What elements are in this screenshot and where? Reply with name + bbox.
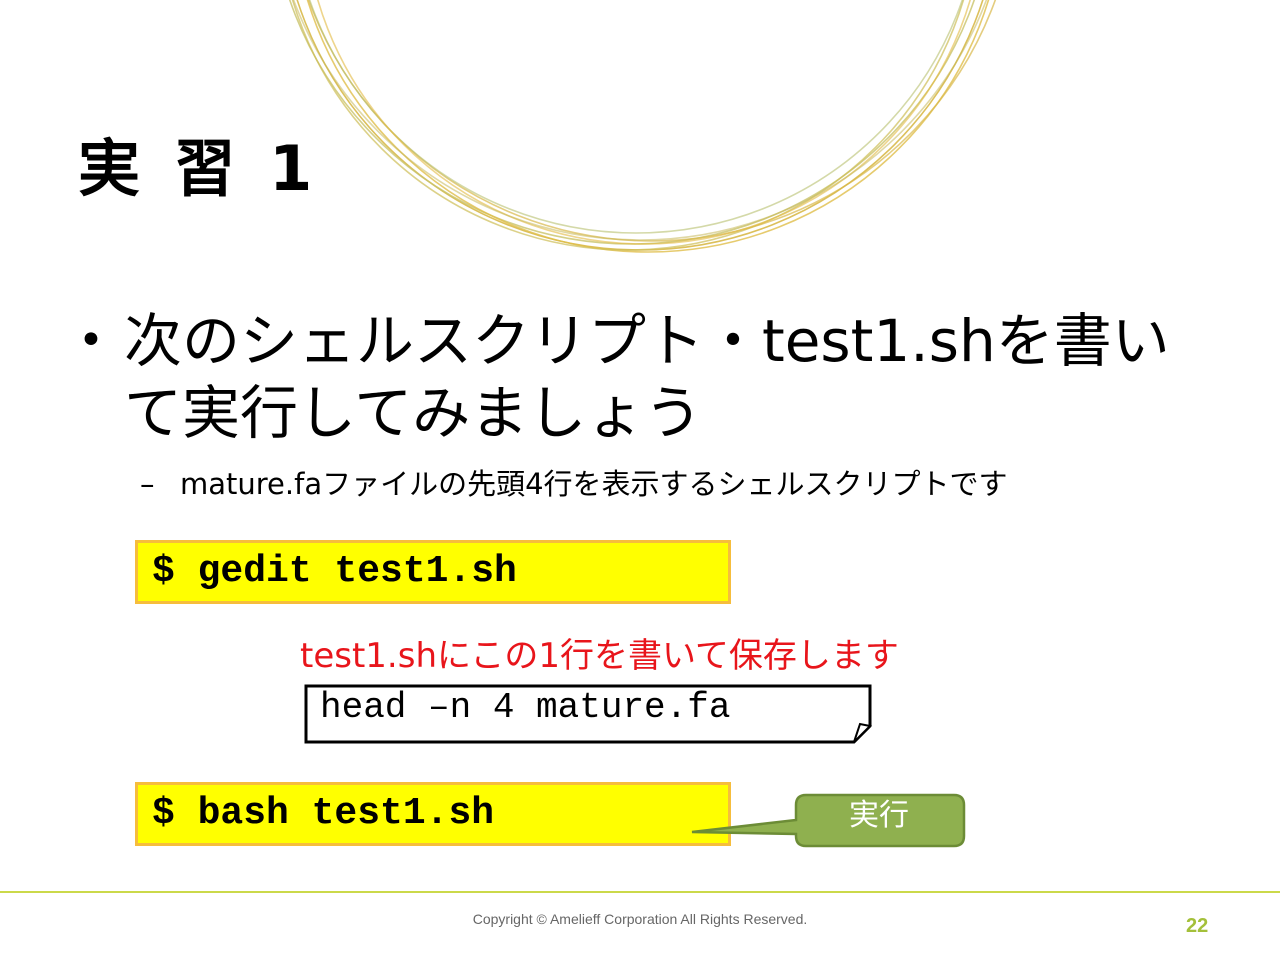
gedit-command-box: $ gedit test1.sh (135, 540, 731, 604)
main-bullet-text: 次のシェルスクリプト・test1.shを書いて実行してみましょう (124, 307, 1170, 447)
copyright-text: Copyright © Amelieff Corporation All Rig… (472, 911, 808, 927)
sub-bullet-dash: – (140, 467, 155, 501)
footer-divider (0, 891, 1280, 893)
page-number: 22 (1186, 915, 1209, 937)
bullet-dot-icon: • (78, 315, 104, 366)
sub-bullet-text: mature.faファイルの先頭4行を表示するシェルスクリプトです (180, 467, 1008, 501)
sub-bullet: – mature.faファイルの先頭4行を表示するシェルスクリプトです (140, 464, 1008, 504)
slide-title: 実 習 1 (78, 132, 319, 205)
run-callout-label: 実行 (849, 798, 909, 833)
bash-command-box: $ bash test1.sh (135, 782, 731, 846)
save-instruction-note: test1.shにこの1行を書いて保存します (300, 636, 899, 676)
code-line: head –n 4 mature.fa (320, 687, 731, 728)
